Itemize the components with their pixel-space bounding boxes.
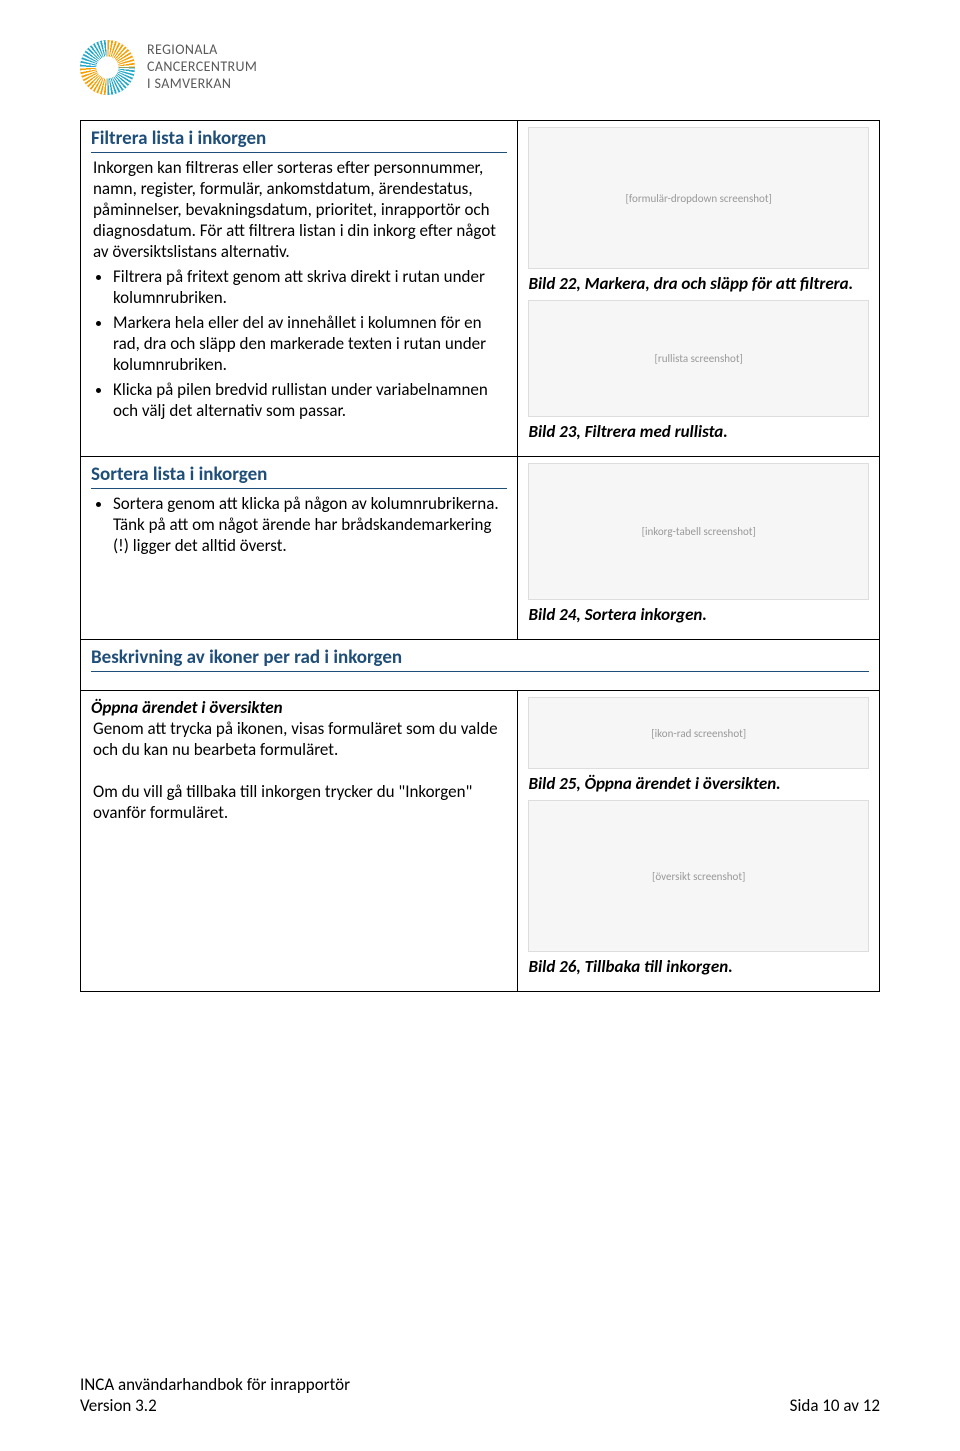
- logo-line1: REGIONALA: [147, 42, 257, 59]
- subhead-oppna: Öppna ärendet i översikten: [91, 697, 507, 718]
- cell-oppna: Öppna ärendet i översikten Genom att try…: [81, 691, 518, 992]
- screenshot-bild25: [ikon-rad screenshot]: [528, 697, 869, 769]
- page-footer: INCA användarhandbok för inrapportör Ver…: [80, 1374, 880, 1416]
- screenshot-bild22: [formulär-dropdown screenshot]: [528, 127, 869, 269]
- cell-filtrera: Filtrera lista i inkorgen Inkorgen kan f…: [81, 121, 518, 457]
- footer-title: INCA användarhandbok för inrapportör: [80, 1374, 350, 1395]
- para-oppna2: Om du vill gå tillbaka till inkorgen try…: [93, 781, 507, 823]
- bullets-filtrera: Filtrera på fritext genom att skriva dir…: [113, 266, 507, 421]
- logo-icon: [80, 40, 135, 95]
- cell-filtrera-img: [formulär-dropdown screenshot] Bild 22, …: [518, 121, 880, 457]
- bullet: Markera hela eller del av innehållet i k…: [113, 312, 507, 375]
- para-oppna1: Genom att trycka på ikonen, visas formul…: [93, 718, 507, 760]
- bullets-sortera: Sortera genom att klicka på någon av kol…: [113, 493, 507, 556]
- para-filtrera: Inkorgen kan filtreras eller sorteras ef…: [93, 157, 507, 262]
- logo-line2: CANCERCENTRUM: [147, 59, 257, 76]
- screenshot-bild23: [rullista screenshot]: [528, 300, 869, 417]
- heading-filtrera: Filtrera lista i inkorgen: [91, 127, 507, 153]
- footer-left: INCA användarhandbok för inrapportör Ver…: [80, 1374, 350, 1416]
- content-table: Filtrera lista i inkorgen Inkorgen kan f…: [80, 120, 880, 992]
- header-logo: REGIONALA CANCERCENTRUM I SAMVERKAN: [80, 40, 880, 95]
- cell-sortera: Sortera lista i inkorgen Sortera genom a…: [81, 457, 518, 640]
- heading-sortera: Sortera lista i inkorgen: [91, 463, 507, 489]
- bullet: Klicka på pilen bredvid rullistan under …: [113, 379, 507, 421]
- cell-beskrivning-header: Beskrivning av ikoner per rad i inkorgen: [81, 640, 880, 691]
- caption-bild25: Bild 25, Öppna ärendet i översikten.: [528, 773, 869, 794]
- cell-oppna-img: [ikon-rad screenshot] Bild 25, Öppna äre…: [518, 691, 880, 992]
- caption-bild26: Bild 26, Tillbaka till inkorgen.: [528, 956, 869, 977]
- caption-bild22: Bild 22, Markera, dra och släpp för att …: [528, 273, 869, 294]
- caption-bild24: Bild 24, Sortera inkorgen.: [528, 604, 869, 625]
- logo-line3: I SAMVERKAN: [147, 76, 257, 93]
- footer-page: Sida 10 av 12: [790, 1395, 880, 1416]
- heading-beskrivning: Beskrivning av ikoner per rad i inkorgen: [91, 646, 869, 672]
- logo-text: REGIONALA CANCERCENTRUM I SAMVERKAN: [147, 42, 257, 92]
- screenshot-bild24: [inkorg-tabell screenshot]: [528, 463, 869, 600]
- bullet: Sortera genom att klicka på någon av kol…: [113, 493, 507, 556]
- bullet: Filtrera på fritext genom att skriva dir…: [113, 266, 507, 308]
- cell-sortera-img: [inkorg-tabell screenshot] Bild 24, Sort…: [518, 457, 880, 640]
- screenshot-bild26: [översikt screenshot]: [528, 800, 869, 952]
- caption-bild23: Bild 23, Filtrera med rullista.: [528, 421, 869, 442]
- footer-version: Version 3.2: [80, 1395, 350, 1416]
